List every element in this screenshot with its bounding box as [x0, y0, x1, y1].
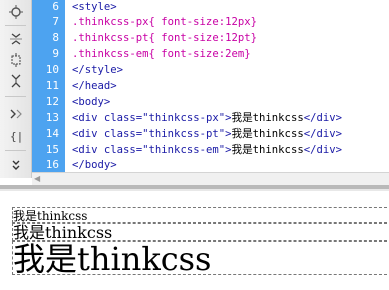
code-token-css: .thinkcss-em{ font-size:2em} [72, 48, 251, 60]
code-token-tag: </div> [303, 112, 342, 124]
line-number: 8 [52, 31, 59, 44]
code-token-tag: </head> [72, 80, 117, 92]
line-number: 6 [52, 0, 59, 13]
code-token-tag: <div class= [72, 112, 143, 124]
more-tools-icon[interactable] [6, 155, 25, 174]
line-number: 11 [45, 79, 59, 92]
collapse-selection-icon[interactable] [6, 50, 25, 69]
code-token-tag: </div> [303, 128, 342, 140]
code-token-css: .thinkcss-pt{ font-size:12pt} [72, 32, 257, 44]
code-horizontal-scrollbar[interactable]: ◀ [32, 172, 389, 185]
code-token-tag: <div class= [72, 144, 143, 156]
collapse-full-tag-icon[interactable] [6, 71, 25, 90]
code-line[interactable]: <div class="thinkcss-em">我是thinkcss</div… [72, 144, 342, 157]
code-token-tag: </div> [303, 144, 342, 156]
code-token-tag: <body> [72, 96, 111, 108]
line-number: 16 [45, 158, 59, 171]
code-view[interactable]: <style> .thinkcss-px{ font-size:12px} .thi… [65, 0, 389, 172]
line-number: 10 [45, 63, 59, 76]
preview-div-em[interactable]: 我是thinkcss [12, 241, 387, 275]
code-line[interactable]: <style> [72, 1, 117, 14]
code-line[interactable]: .thinkcss-em{ font-size:2em} [72, 48, 251, 61]
design-preview[interactable]: 我是thinkcss 我是thinkcss 我是thinkcss [0, 191, 389, 290]
scroll-left-icon[interactable]: ◀ [34, 174, 40, 183]
code-token-css: .thinkcss-px{ font-size:12px} [72, 16, 257, 28]
code-token-str: "thinkcss-px" [142, 112, 226, 124]
pin-icon[interactable] [6, 2, 25, 21]
code-line[interactable]: </body> [72, 159, 117, 172]
code-token-tag: </body> [72, 159, 117, 171]
code-line[interactable]: .thinkcss-pt{ font-size:12pt} [72, 32, 257, 45]
code-token-txt: 我是thinkcss [231, 144, 304, 156]
code-token-str: "thinkcss-pt" [142, 128, 226, 140]
svg-text:{|}: {|} [10, 130, 23, 143]
code-token-tag: <style> [72, 1, 117, 13]
code-token-str: "thinkcss-em" [142, 144, 226, 156]
preview-div-pt[interactable]: 我是thinkcss [12, 223, 387, 241]
code-line[interactable]: <div class="thinkcss-pt">我是thinkcss</div… [72, 128, 342, 141]
preview-div-px[interactable]: 我是thinkcss [12, 207, 387, 223]
line-number: 13 [45, 111, 59, 124]
balance-braces-icon[interactable]: {|} [6, 126, 25, 145]
code-line[interactable]: <body> [72, 96, 110, 109]
toolbar-divider [5, 96, 26, 97]
code-line[interactable]: <div class="thinkcss-px">我是thinkcss</div… [72, 112, 342, 125]
line-number: 12 [45, 95, 59, 108]
line-number-gutter: 6 7 8 9 10 11 12 13 14 15 16 [32, 0, 65, 172]
expand-all-icon[interactable] [6, 29, 25, 48]
code-token-txt: 我是thinkcss [231, 128, 304, 140]
coding-toolbar: {|} [0, 0, 32, 178]
toolbar-divider [5, 150, 26, 151]
line-number: 14 [45, 127, 59, 140]
toolbar-divider [5, 25, 26, 26]
code-editor-window: {|} 6 7 8 9 10 11 12 13 14 15 16 <style>… [0, 0, 389, 290]
code-token-tag: </style> [72, 64, 124, 76]
code-token-tag: <div class= [72, 128, 143, 140]
code-line[interactable]: .thinkcss-px{ font-size:12px} [72, 16, 257, 29]
line-number: 7 [52, 15, 59, 28]
code-line[interactable]: </style> [72, 64, 123, 77]
code-line[interactable]: </head> [72, 80, 117, 93]
line-number: 9 [52, 47, 59, 60]
select-parent-tag-icon[interactable] [6, 104, 25, 123]
line-number: 15 [45, 143, 59, 156]
code-token-txt: 我是thinkcss [231, 112, 304, 124]
